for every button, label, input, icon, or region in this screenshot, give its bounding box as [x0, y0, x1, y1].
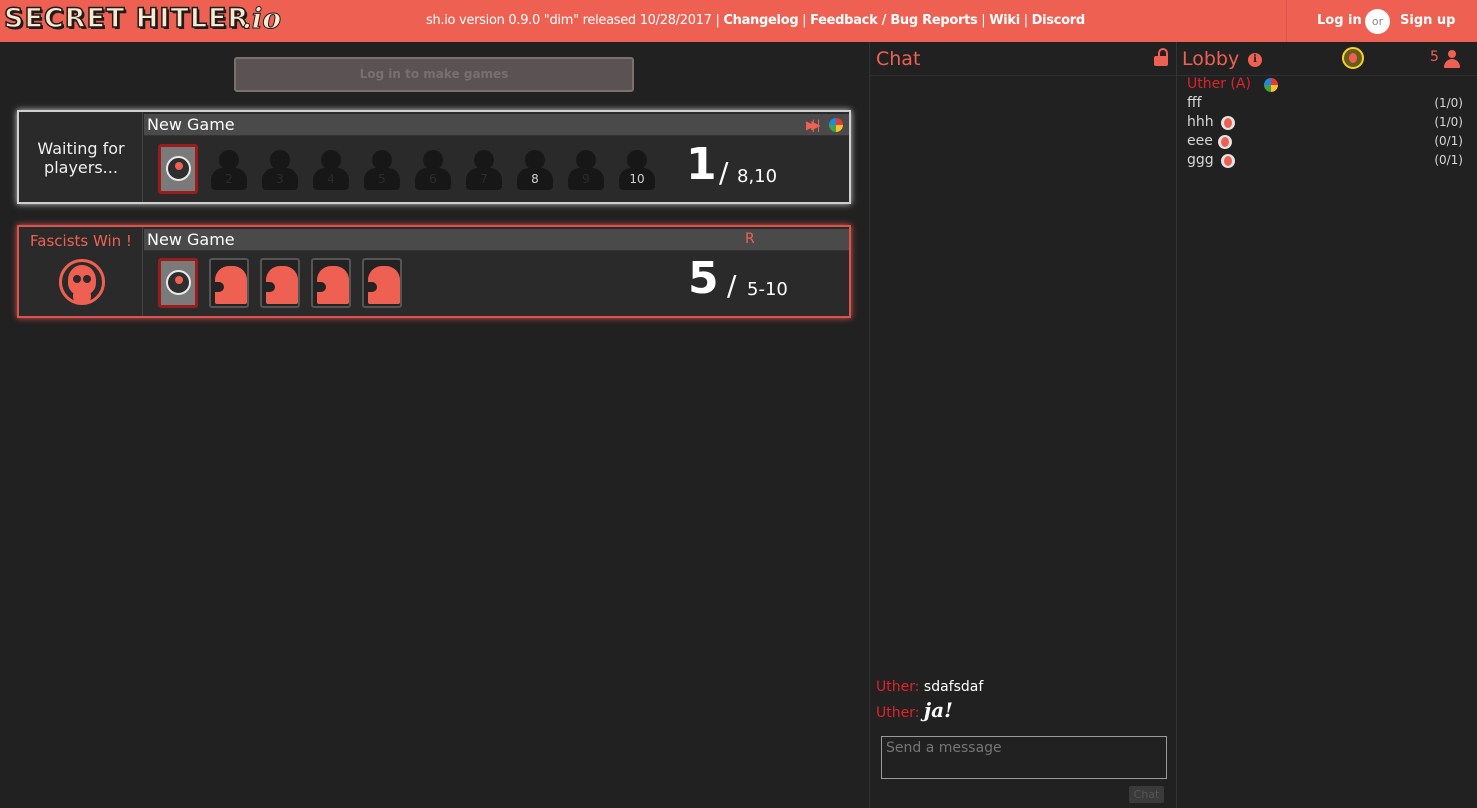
chat-text: sdafsdaf: [923, 679, 984, 695]
count-slash: /: [719, 156, 729, 189]
empty-seat: 7: [463, 146, 503, 196]
make-games-button[interactable]: Log in to make games: [234, 57, 634, 92]
fascist-silhouette-icon: [263, 266, 298, 304]
allowed-player-counts: 5-10: [747, 279, 788, 300]
empty-seat: 10: [616, 146, 656, 196]
chat-username[interactable]: Uther:: [876, 705, 919, 721]
unlock-icon[interactable]: [1154, 48, 1168, 66]
player-count: 5: [688, 253, 719, 304]
game-name: New Game: [147, 230, 235, 249]
fascist-seat[interactable]: [362, 258, 402, 308]
lobby-user-row[interactable]: fff (1/0): [1187, 95, 1463, 113]
or-badge: or: [1365, 9, 1390, 34]
empty-seat: 8: [514, 146, 554, 196]
login-button[interactable]: Log in: [1317, 13, 1362, 28]
user-avatar-badge[interactable]: [1342, 47, 1364, 69]
nav-separator: |: [798, 13, 811, 28]
fast-forward-icon: ▶|▶|: [806, 118, 820, 132]
fascist-seat[interactable]: [311, 258, 351, 308]
lobby-username: fff: [1187, 95, 1202, 111]
discord-link[interactable]: Discord: [1032, 13, 1086, 28]
color-wheel-icon: [1264, 78, 1278, 92]
signup-button[interactable]: Sign up: [1400, 13, 1455, 28]
player-count: 1: [686, 139, 717, 190]
logo-text: SECRET HITLER: [3, 2, 250, 35]
game-status: Fascists Win !: [30, 232, 132, 250]
user-avatar-icon: [1221, 116, 1235, 130]
game-status-column: Fascists Win !: [19, 227, 143, 316]
info-icon[interactable]: i: [1248, 53, 1262, 67]
lobby-username: eee: [1187, 133, 1213, 149]
logo-suffix: .io: [241, 2, 282, 36]
game-header: New Game ▶|▶|: [144, 114, 849, 136]
lobby-user-score: (1/0): [1434, 115, 1463, 129]
lobby-user-score: (1/0): [1434, 96, 1463, 110]
wiki-link[interactable]: Wiki: [989, 13, 1020, 28]
lobby-user-row[interactable]: Uther (A): [1187, 76, 1463, 94]
top-bar: SECRET HITLER .io sh.io version 0.9.0 "d…: [0, 0, 1477, 42]
lobby-user-row[interactable]: eee (0/1): [1187, 133, 1463, 151]
auth-area: Log in or Sign up: [1286, 0, 1477, 42]
lobby-user-count: 5: [1430, 49, 1439, 65]
lobby-username: Uther (A): [1187, 76, 1251, 92]
game-name: New Game: [147, 115, 235, 134]
color-wheel-icon: [829, 118, 843, 132]
chat-username[interactable]: Uther:: [876, 679, 919, 695]
user-avatar-icon: [1221, 154, 1235, 168]
game-header: New Game R: [144, 229, 849, 251]
lobby-user-score: (0/1): [1434, 153, 1463, 167]
empty-seat: 5: [361, 146, 401, 196]
changelog-link[interactable]: Changelog: [723, 13, 798, 28]
chat-message: Uther: ja!: [876, 698, 953, 722]
chat-panel: Chat Uther: sdafsdaf Uther: ja! Chat: [869, 42, 1177, 808]
player-seat-taken[interactable]: [158, 144, 198, 194]
empty-seat: 6: [412, 146, 452, 196]
player-avatar: [166, 270, 191, 295]
nav-separator: |: [1019, 13, 1032, 28]
nav-separator: |: [977, 13, 990, 28]
chat-message: Uther: sdafsdaf: [876, 679, 983, 695]
game-card[interactable]: Fascists Win ! New Game R 5 / 5-10: [17, 225, 851, 318]
chat-send-button[interactable]: Chat: [1129, 786, 1164, 803]
lobby-user-row[interactable]: hhh (1/0): [1187, 114, 1463, 132]
site-logo[interactable]: SECRET HITLER .io: [3, 2, 300, 40]
divider: [870, 75, 1176, 76]
lobby-username: ggg: [1187, 152, 1214, 168]
fascist-seat[interactable]: [209, 258, 249, 308]
chat-input[interactable]: [881, 736, 1167, 779]
feedback-link[interactable]: Feedback / Bug Reports: [810, 13, 978, 28]
lobby-title: Lobby: [1182, 48, 1240, 70]
chat-title: Chat: [876, 48, 921, 70]
ja-vote-image: ja!: [923, 698, 953, 722]
lobby-panel: Lobby i 5 Uther (A) fff (1/0) hhh (1/0) …: [1177, 42, 1477, 808]
fascist-seat[interactable]: [260, 258, 300, 308]
game-status-column: Waiting for players...: [19, 112, 143, 202]
lobby-user-row[interactable]: ggg (0/1): [1187, 152, 1463, 170]
player-seat-taken[interactable]: [158, 258, 198, 308]
lobby-user-score: (0/1): [1434, 134, 1463, 148]
lobby-username: hhh: [1187, 114, 1214, 130]
empty-seat: 2: [208, 146, 248, 196]
rebalanced-badge: R: [745, 231, 755, 247]
count-slash: /: [727, 269, 737, 302]
empty-seat: 9: [565, 146, 605, 196]
game-card[interactable]: Waiting for players... New Game ▶|▶| 2 3…: [17, 110, 851, 204]
player-avatar: [166, 156, 191, 181]
fascist-silhouette-icon: [365, 266, 400, 304]
version-text: sh.io version 0.9.0 "dim" released 10/28…: [426, 13, 724, 28]
fascist-skull-icon: [59, 255, 105, 311]
user-icon: [1444, 50, 1460, 68]
fascist-silhouette-icon: [314, 266, 349, 304]
user-avatar-icon: [1218, 135, 1232, 149]
empty-seat: 3: [259, 146, 299, 196]
version-bar: sh.io version 0.9.0 "dim" released 10/28…: [426, 13, 1085, 28]
fascist-silhouette-icon: [212, 266, 247, 304]
game-status: Waiting for players...: [37, 139, 125, 177]
empty-seat: 4: [310, 146, 350, 196]
allowed-player-counts: 8,10: [737, 166, 778, 187]
